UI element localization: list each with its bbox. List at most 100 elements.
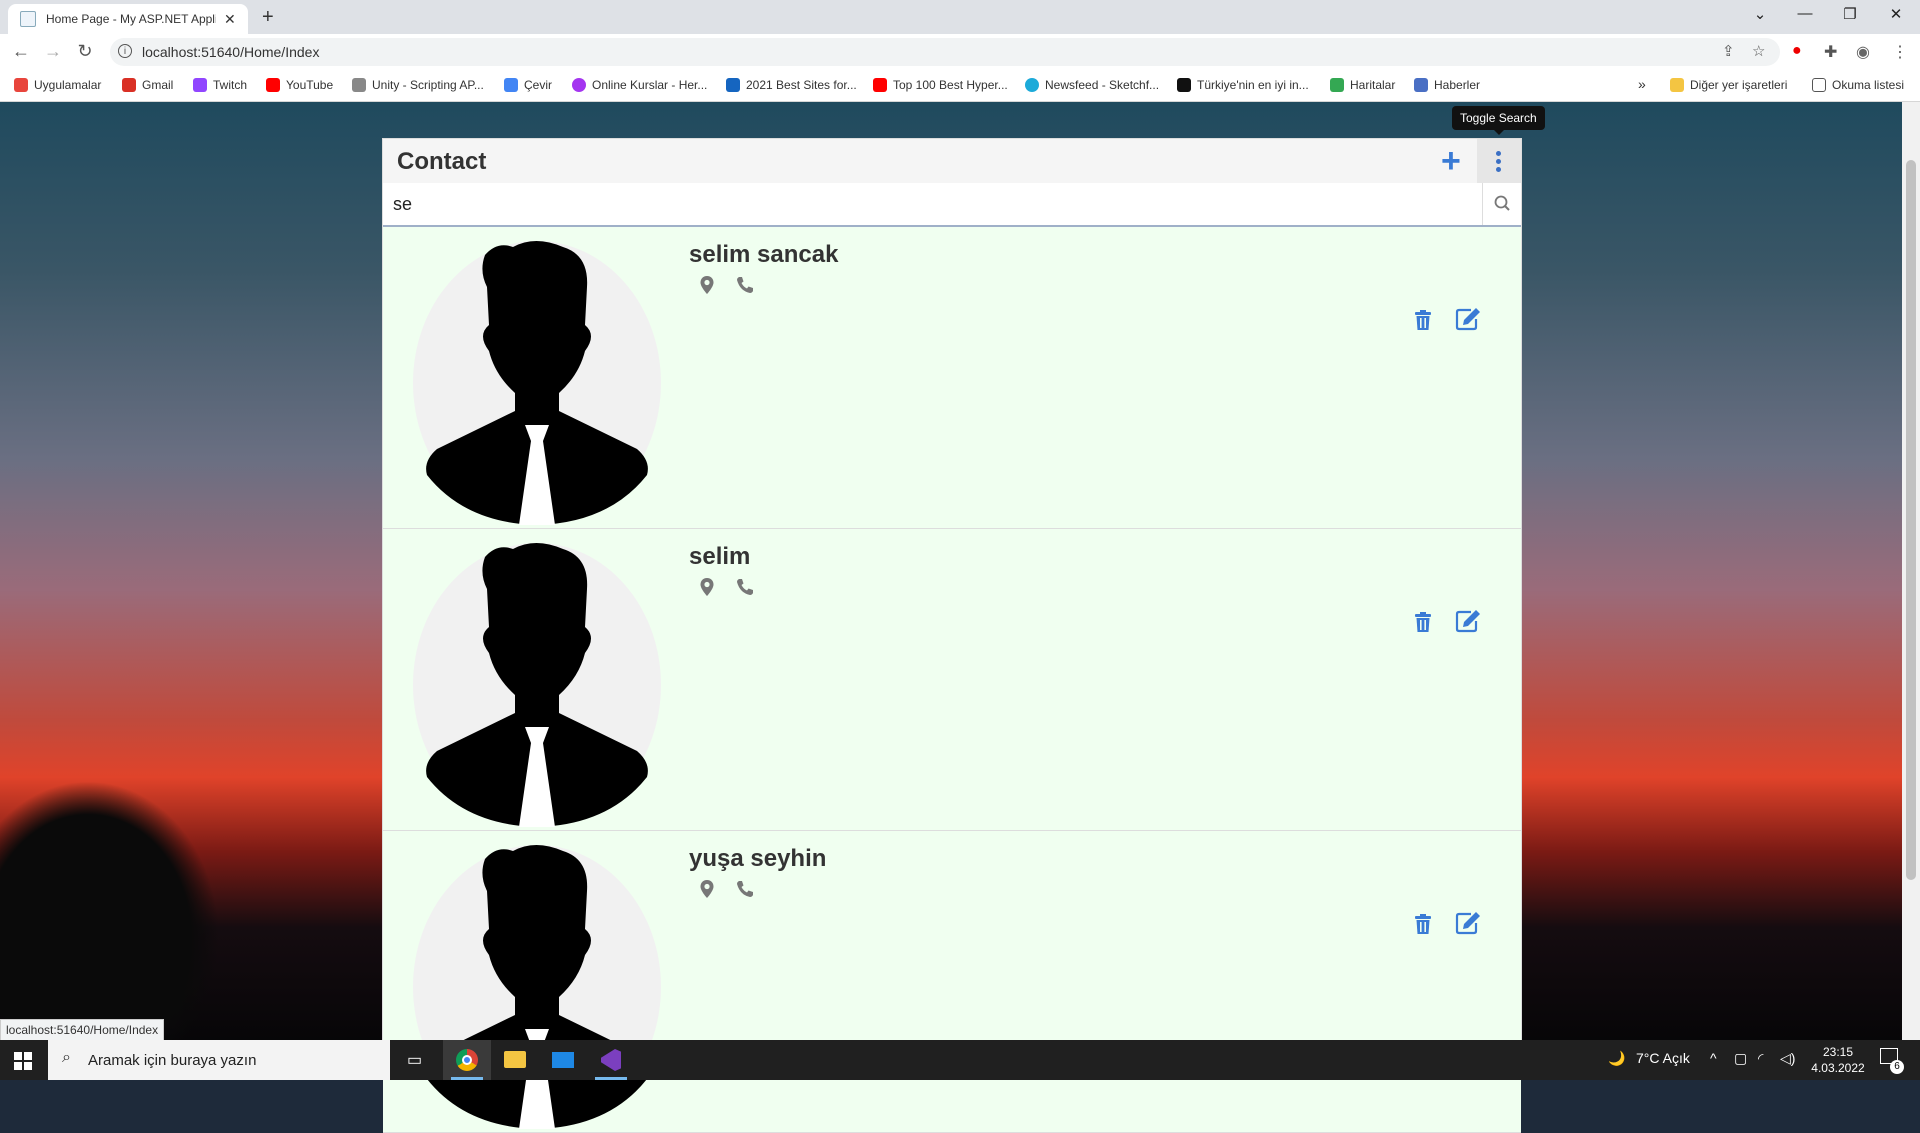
extensions-puzzle-icon[interactable]: ✚ <box>1824 42 1837 62</box>
contact-row[interactable]: selim sancak <box>383 227 1521 529</box>
start-button[interactable] <box>14 1052 32 1070</box>
profile-avatar[interactable]: ◉ <box>1856 42 1870 62</box>
opera-extension-icon[interactable]: ● <box>1792 42 1802 60</box>
taskbar-clock[interactable]: 23:15 4.03.2022 <box>1808 1044 1868 1076</box>
contact-name: selim <box>689 543 751 570</box>
bookmark-item[interactable]: Unity - Scripting AP... <box>352 78 484 92</box>
chrome-icon-center <box>462 1055 472 1065</box>
phone-icon[interactable] <box>735 577 755 597</box>
avatar <box>413 543 661 827</box>
reload-button[interactable]: ↻ <box>74 41 96 62</box>
minimize-button[interactable]: — <box>1795 5 1815 22</box>
bookmark-item[interactable]: YouTube <box>266 78 333 92</box>
page-scrollbar[interactable] <box>1902 102 1920 1040</box>
file-explorer-taskbar-app[interactable] <box>491 1040 539 1080</box>
windows-logo-pane <box>14 1062 22 1070</box>
taskbar-search[interactable]: ⌕ Aramak için buraya yazın <box>48 1040 390 1080</box>
edit-contact-button[interactable] <box>1455 307 1481 336</box>
delete-contact-button[interactable] <box>1413 309 1433 336</box>
reading-list-icon <box>1812 78 1826 92</box>
location-pin-icon[interactable] <box>699 275 715 295</box>
bookmark-item[interactable]: Türkiye'nin en iyi in... <box>1177 78 1309 92</box>
visual-studio-icon <box>601 1049 621 1071</box>
contact-info-icons <box>699 275 755 295</box>
kebab-dot <box>1496 167 1501 172</box>
background-tree-silhouette <box>0 780 220 1040</box>
bookmark-item[interactable]: Twitch <box>193 78 247 92</box>
search-bar <box>383 183 1521 227</box>
share-icon[interactable]: ⇪ <box>1722 42 1735 60</box>
search-icon <box>1494 195 1510 211</box>
tray-overflow-icon[interactable]: ^ <box>1710 1050 1717 1066</box>
address-bar[interactable]: i localhost:51640/Home/Index ⇪ ☆ <box>110 38 1780 66</box>
bookmark-star-icon[interactable]: ☆ <box>1752 42 1765 60</box>
edit-contact-button[interactable] <box>1455 609 1481 638</box>
task-view-button[interactable]: ▭ <box>392 1040 440 1080</box>
bookmarks-overflow-button[interactable]: » <box>1638 76 1646 92</box>
search-button[interactable] <box>1483 183 1521 225</box>
bookmark-item[interactable]: Haritalar <box>1330 78 1395 92</box>
bookmark-item[interactable]: Uygulamalar <box>14 78 101 92</box>
back-button[interactable]: ← <box>10 41 32 62</box>
windows-logo-icon <box>14 1052 22 1060</box>
weather-icon[interactable]: 🌙 <box>1608 1050 1625 1067</box>
scrollbar-thumb[interactable] <box>1906 160 1916 880</box>
delete-contact-button[interactable] <box>1413 913 1433 940</box>
youtube-icon <box>266 78 280 92</box>
bookmark-item[interactable]: Haberler <box>1414 78 1480 92</box>
site-info-icon[interactable]: i <box>118 44 132 58</box>
folder-icon <box>1670 78 1684 92</box>
bookmark-item[interactable]: Newsfeed - Sketchf... <box>1025 78 1159 92</box>
avatar <box>413 845 661 1129</box>
trash-icon <box>1415 310 1431 330</box>
close-tab-icon[interactable]: ✕ <box>224 11 236 28</box>
panel-header: Contact + <box>383 139 1521 184</box>
phone-icon[interactable] <box>735 275 755 295</box>
meet-now-icon[interactable]: ▢ <box>1734 1050 1747 1067</box>
add-contact-button[interactable]: + <box>1441 144 1461 178</box>
volume-icon[interactable]: ◁) <box>1780 1050 1795 1067</box>
tab-search-icon[interactable]: ⌄ <box>1750 5 1770 23</box>
network-icon[interactable]: ◜ <box>1758 1050 1763 1067</box>
browser-menu-icon[interactable]: ⋮ <box>1892 42 1908 62</box>
translate-icon <box>504 78 518 92</box>
phone-icon[interactable] <box>735 879 755 899</box>
weather-text[interactable]: 7°C Açık <box>1636 1050 1690 1066</box>
contact-name: yuşa seyhin <box>689 845 827 872</box>
bookmark-item[interactable]: Çevir <box>504 78 552 92</box>
bookmark-item[interactable]: Online Kurslar - Her... <box>572 78 707 92</box>
tab-title: Home Page - My ASP.NET Applic <box>46 12 216 26</box>
contact-row[interactable]: yuşa seyhin <box>383 831 1521 1133</box>
bookmark-item[interactable]: 2021 Best Sites for... <box>726 78 857 92</box>
chrome-taskbar-app[interactable] <box>443 1040 491 1080</box>
contact-name: selim sancak <box>689 241 839 268</box>
other-bookmarks-folder[interactable]: Diğer yer işaretleri <box>1670 78 1787 92</box>
bookmark-item[interactable]: Gmail <box>122 78 173 92</box>
mail-icon <box>552 1052 574 1068</box>
bookmark-item[interactable]: Top 100 Best Hyper... <box>873 78 1008 92</box>
contact-row[interactable]: selim <box>383 529 1521 831</box>
close-window-button[interactable]: ✕ <box>1886 5 1906 23</box>
folder-icon <box>504 1051 526 1068</box>
edit-icon <box>1455 610 1480 633</box>
search-input[interactable] <box>383 183 1483 225</box>
mail-taskbar-app[interactable] <box>539 1040 587 1080</box>
visual-studio-taskbar-app[interactable] <box>587 1040 635 1080</box>
bookmarks-bar: Uygulamalar Gmail Twitch YouTube Unity -… <box>0 70 1920 102</box>
restore-button[interactable]: ❐ <box>1840 5 1860 23</box>
edit-contact-button[interactable] <box>1455 911 1481 940</box>
maps-icon <box>1330 78 1344 92</box>
new-tab-button[interactable]: + <box>262 6 274 29</box>
browser-tab[interactable]: Home Page - My ASP.NET Applic ✕ <box>8 4 248 34</box>
notification-center-button[interactable]: 6 <box>1880 1048 1904 1074</box>
forward-button[interactable]: → <box>42 41 64 62</box>
reading-list-button[interactable]: Okuma listesi <box>1812 78 1904 92</box>
delete-contact-button[interactable] <box>1413 611 1433 638</box>
url-text[interactable]: localhost:51640/Home/Index <box>142 44 319 60</box>
edit-icon <box>1455 308 1480 331</box>
toggle-search-button[interactable] <box>1477 139 1521 183</box>
location-pin-icon[interactable] <box>699 577 715 597</box>
unity-icon <box>352 78 366 92</box>
trash-icon <box>1415 612 1431 632</box>
location-pin-icon[interactable] <box>699 879 715 899</box>
